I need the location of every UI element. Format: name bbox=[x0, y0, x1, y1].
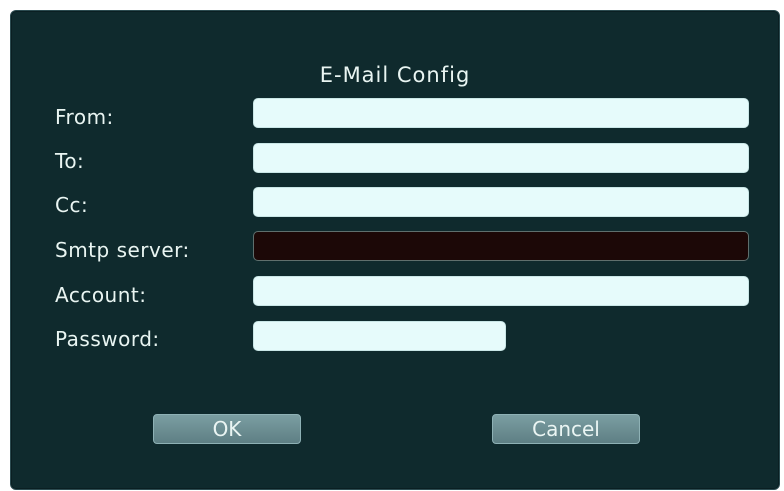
password-label: Password: bbox=[55, 327, 160, 351]
password-field[interactable] bbox=[253, 321, 506, 351]
cancel-button[interactable]: Cancel bbox=[492, 414, 640, 444]
cc-label: Cc: bbox=[55, 193, 89, 217]
to-label: To: bbox=[55, 149, 85, 173]
email-config-dialog: E-Mail Config From: To: Cc: Smtp server:… bbox=[10, 10, 780, 490]
account-field[interactable] bbox=[253, 276, 749, 306]
from-label: From: bbox=[55, 105, 114, 129]
smtp-server-field[interactable] bbox=[253, 231, 749, 261]
dialog-title: E-Mail Config bbox=[319, 63, 471, 87]
to-field[interactable] bbox=[253, 143, 749, 173]
account-label: Account: bbox=[55, 283, 147, 307]
cc-field[interactable] bbox=[253, 187, 749, 217]
from-field[interactable] bbox=[253, 98, 749, 128]
ok-button[interactable]: OK bbox=[153, 414, 301, 444]
smtp-server-label: Smtp server: bbox=[55, 238, 190, 262]
